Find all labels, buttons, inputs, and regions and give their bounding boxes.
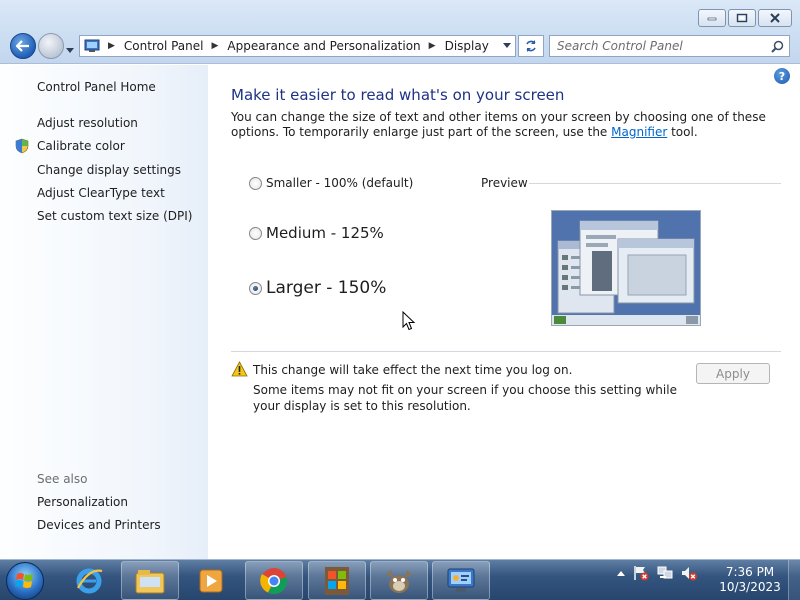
taskbar-windows-installer[interactable] (308, 561, 366, 600)
network-icon[interactable] (656, 564, 674, 582)
taskbar-internet-explorer[interactable] (60, 561, 118, 600)
option-medium[interactable]: Medium - 125% (249, 224, 384, 242)
search-input[interactable] (550, 36, 760, 56)
taskbar: 7:36 PM 10/3/2023 (0, 559, 800, 600)
taskbar-media-player[interactable] (182, 561, 240, 600)
minimize-icon (707, 17, 717, 21)
option-smaller-label: Smaller - 100% (default) (266, 176, 414, 190)
breadcrumb-separator: ▶ (108, 41, 115, 51)
gimp-icon (386, 569, 412, 593)
folder-icon (135, 569, 165, 593)
radio-larger[interactable] (249, 281, 262, 295)
radio-smaller[interactable] (249, 176, 262, 190)
chevron-down-icon (66, 48, 74, 53)
breadcrumb-separator: ▶ (211, 41, 219, 51)
option-larger-label: Larger - 150% (266, 278, 387, 298)
taskbar-chrome[interactable] (245, 561, 303, 600)
arrow-left-icon (16, 40, 29, 52)
shield-icon (15, 138, 29, 154)
search-box (549, 35, 790, 57)
section-divider (231, 351, 781, 352)
restore-icon (736, 13, 748, 23)
taskbar-windows-explorer[interactable] (121, 561, 179, 600)
breadcrumb-display[interactable]: Display (445, 39, 489, 53)
see-also-personalization[interactable]: Personalization (37, 495, 128, 509)
minimize-button[interactable] (698, 9, 726, 27)
refresh-icon (526, 40, 536, 52)
magnifier-link[interactable]: Magnifier (611, 125, 667, 139)
radio-medium[interactable] (249, 226, 262, 240)
action-center-flag-icon[interactable] (632, 564, 650, 582)
sidebar-link-adjust-resolution[interactable]: Adjust resolution (37, 116, 138, 130)
control-panel-icon (84, 39, 100, 52)
chevron-down-icon[interactable] (503, 43, 511, 48)
internet-explorer-icon (76, 568, 103, 593)
warning-detail: Some items may not fit on your screen if… (253, 383, 677, 413)
forward-button[interactable] (38, 33, 64, 59)
breadcrumb-appearance[interactable]: Appearance and Personalization (227, 39, 420, 53)
windows-logo-icon (15, 573, 33, 588)
description-text-end: tool. (667, 125, 698, 139)
sidebar-link-custom-text-size[interactable]: Set custom text size (DPI) (37, 209, 192, 223)
media-player-icon (199, 569, 223, 592)
preview-label: Preview (481, 176, 528, 190)
refresh-button[interactable] (518, 35, 544, 57)
preview-image (551, 210, 701, 326)
breadcrumb-control-panel[interactable]: Control Panel (124, 39, 204, 53)
desktop-preview-icon (552, 211, 700, 325)
breadcrumb-separator: ▶ (428, 41, 436, 51)
back-button[interactable] (10, 33, 36, 59)
close-button[interactable] (758, 9, 792, 27)
start-button[interactable] (6, 562, 44, 600)
chrome-icon (260, 567, 288, 594)
close-icon (770, 13, 780, 23)
window-chrome: ▶ Control Panel ▶ Appearance and Persona… (0, 0, 800, 64)
recent-pages-dropdown[interactable] (66, 42, 74, 56)
help-icon[interactable]: ? (774, 68, 790, 84)
warning-icon (231, 361, 248, 377)
system-clock[interactable]: 7:36 PM 10/3/2023 (712, 565, 788, 595)
windows-installer-icon (325, 566, 349, 595)
apply-button[interactable]: Apply (696, 363, 770, 384)
option-smaller[interactable]: Smaller - 100% (default) (249, 176, 413, 190)
show-hidden-icons-icon[interactable] (616, 568, 626, 578)
control-panel-icon (447, 568, 475, 592)
taskbar-control-panel[interactable] (432, 561, 490, 600)
sidebar-link-calibrate-color[interactable]: Calibrate color (37, 139, 125, 153)
left-pane: Control Panel Home Adjust resolution Cal… (0, 65, 208, 559)
search-icon[interactable] (771, 40, 784, 53)
show-desktop-button[interactable] (788, 560, 800, 600)
sidebar-link-adjust-cleartype[interactable]: Adjust ClearType text (37, 186, 165, 200)
see-also-heading: See also (37, 472, 88, 486)
maximize-button[interactable] (728, 9, 756, 27)
see-also-devices-printers[interactable]: Devices and Printers (37, 518, 161, 532)
page-title: Make it easier to read what's on your sc… (231, 86, 565, 104)
volume-muted-icon[interactable] (680, 564, 698, 582)
address-bar[interactable]: ▶ Control Panel ▶ Appearance and Persona… (79, 35, 516, 57)
option-medium-label: Medium - 125% (266, 224, 384, 242)
preview-divider (529, 183, 781, 184)
option-larger[interactable]: Larger - 150% (249, 278, 386, 298)
mouse-cursor-icon (402, 311, 416, 331)
clock-time: 7:36 PM (725, 565, 775, 579)
caption-buttons (698, 9, 792, 27)
page-description: You can change the size of text and othe… (231, 110, 781, 140)
warning-title: This change will take effect the next ti… (253, 363, 573, 377)
clock-date: 10/3/2023 (719, 580, 781, 594)
notification-area (616, 564, 698, 582)
taskbar-gimp[interactable] (370, 561, 428, 600)
sidebar-home-link[interactable]: Control Panel Home (37, 80, 156, 94)
sidebar-link-change-display-settings[interactable]: Change display settings (37, 163, 181, 177)
